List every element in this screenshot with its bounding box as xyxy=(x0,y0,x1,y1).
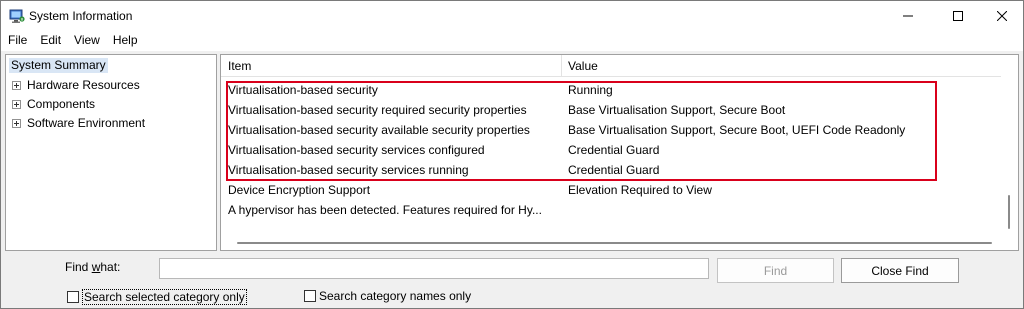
close-find-button[interactable]: Close Find xyxy=(841,258,959,283)
row-value: Elevation Required to View xyxy=(568,183,712,197)
maximize-icon xyxy=(953,11,963,21)
row-item: A hypervisor has been detected. Features… xyxy=(228,203,542,217)
category-tree[interactable]: System Summary Hardware Resources Compon… xyxy=(5,54,217,251)
menu-help[interactable]: Help xyxy=(106,31,144,51)
plus-expander-icon[interactable] xyxy=(12,80,21,90)
checkbox-box[interactable] xyxy=(67,291,79,303)
find-what-input[interactable] xyxy=(159,258,709,279)
plus-expander-icon[interactable] xyxy=(12,99,21,109)
tree-item-label: Software Environment xyxy=(27,115,146,130)
checkbox-label: Search category names only xyxy=(319,289,472,303)
find-button[interactable]: Find xyxy=(717,258,834,283)
column-header-item[interactable]: Item xyxy=(228,59,251,73)
search-selected-category-checkbox[interactable]: Search selected category only xyxy=(67,289,247,305)
tree-item-label: Hardware Resources xyxy=(27,77,140,92)
search-category-names-checkbox[interactable]: Search category names only xyxy=(304,289,471,303)
minimize-button[interactable] xyxy=(885,1,931,31)
vertical-scrollbar[interactable] xyxy=(1001,55,1018,250)
table-row[interactable]: Device Encryption Support Elevation Requ… xyxy=(221,180,1001,200)
column-divider[interactable] xyxy=(561,55,562,77)
menu-view[interactable]: View xyxy=(67,31,106,51)
tree-item-label: Components xyxy=(27,96,96,111)
table-row[interactable]: A hypervisor has been detected. Features… xyxy=(221,200,1001,220)
close-button[interactable] xyxy=(979,1,1024,31)
checkbox-label: Search selected category only xyxy=(82,289,247,305)
column-header-value[interactable]: Value xyxy=(568,59,598,73)
highlight-annotation-box xyxy=(226,81,937,181)
find-what-label: Find what: xyxy=(65,260,121,274)
tree-item-hardware-resources[interactable]: Hardware Resources xyxy=(12,77,140,93)
window-title: System Information xyxy=(29,9,133,23)
system-information-window: System Information File Edit View Help S… xyxy=(0,0,1024,309)
menu-file[interactable]: File xyxy=(1,31,33,51)
close-icon xyxy=(997,11,1007,21)
system-info-icon xyxy=(9,8,25,24)
tree-item-system-summary[interactable]: System Summary xyxy=(9,58,108,73)
horizontal-scrollbar[interactable] xyxy=(221,236,1001,250)
list-header: Item Value xyxy=(221,55,1001,77)
details-list[interactable]: Item Value Virtualisation-based security… xyxy=(220,54,1019,251)
maximize-button[interactable] xyxy=(935,1,981,31)
tree-item-components[interactable]: Components xyxy=(12,96,95,112)
vertical-scroll-thumb[interactable] xyxy=(1008,195,1010,229)
menu-bar: File Edit View Help xyxy=(1,31,1023,51)
menu-edit[interactable]: Edit xyxy=(33,31,67,51)
tree-item-software-environment[interactable]: Software Environment xyxy=(12,115,145,131)
plus-expander-icon[interactable] xyxy=(12,118,21,128)
row-item: Device Encryption Support xyxy=(228,183,371,197)
title-bar[interactable]: System Information xyxy=(1,1,1023,31)
minimize-icon xyxy=(903,15,913,17)
checkbox-box[interactable] xyxy=(304,290,316,302)
horizontal-scroll-thumb[interactable] xyxy=(237,242,992,244)
